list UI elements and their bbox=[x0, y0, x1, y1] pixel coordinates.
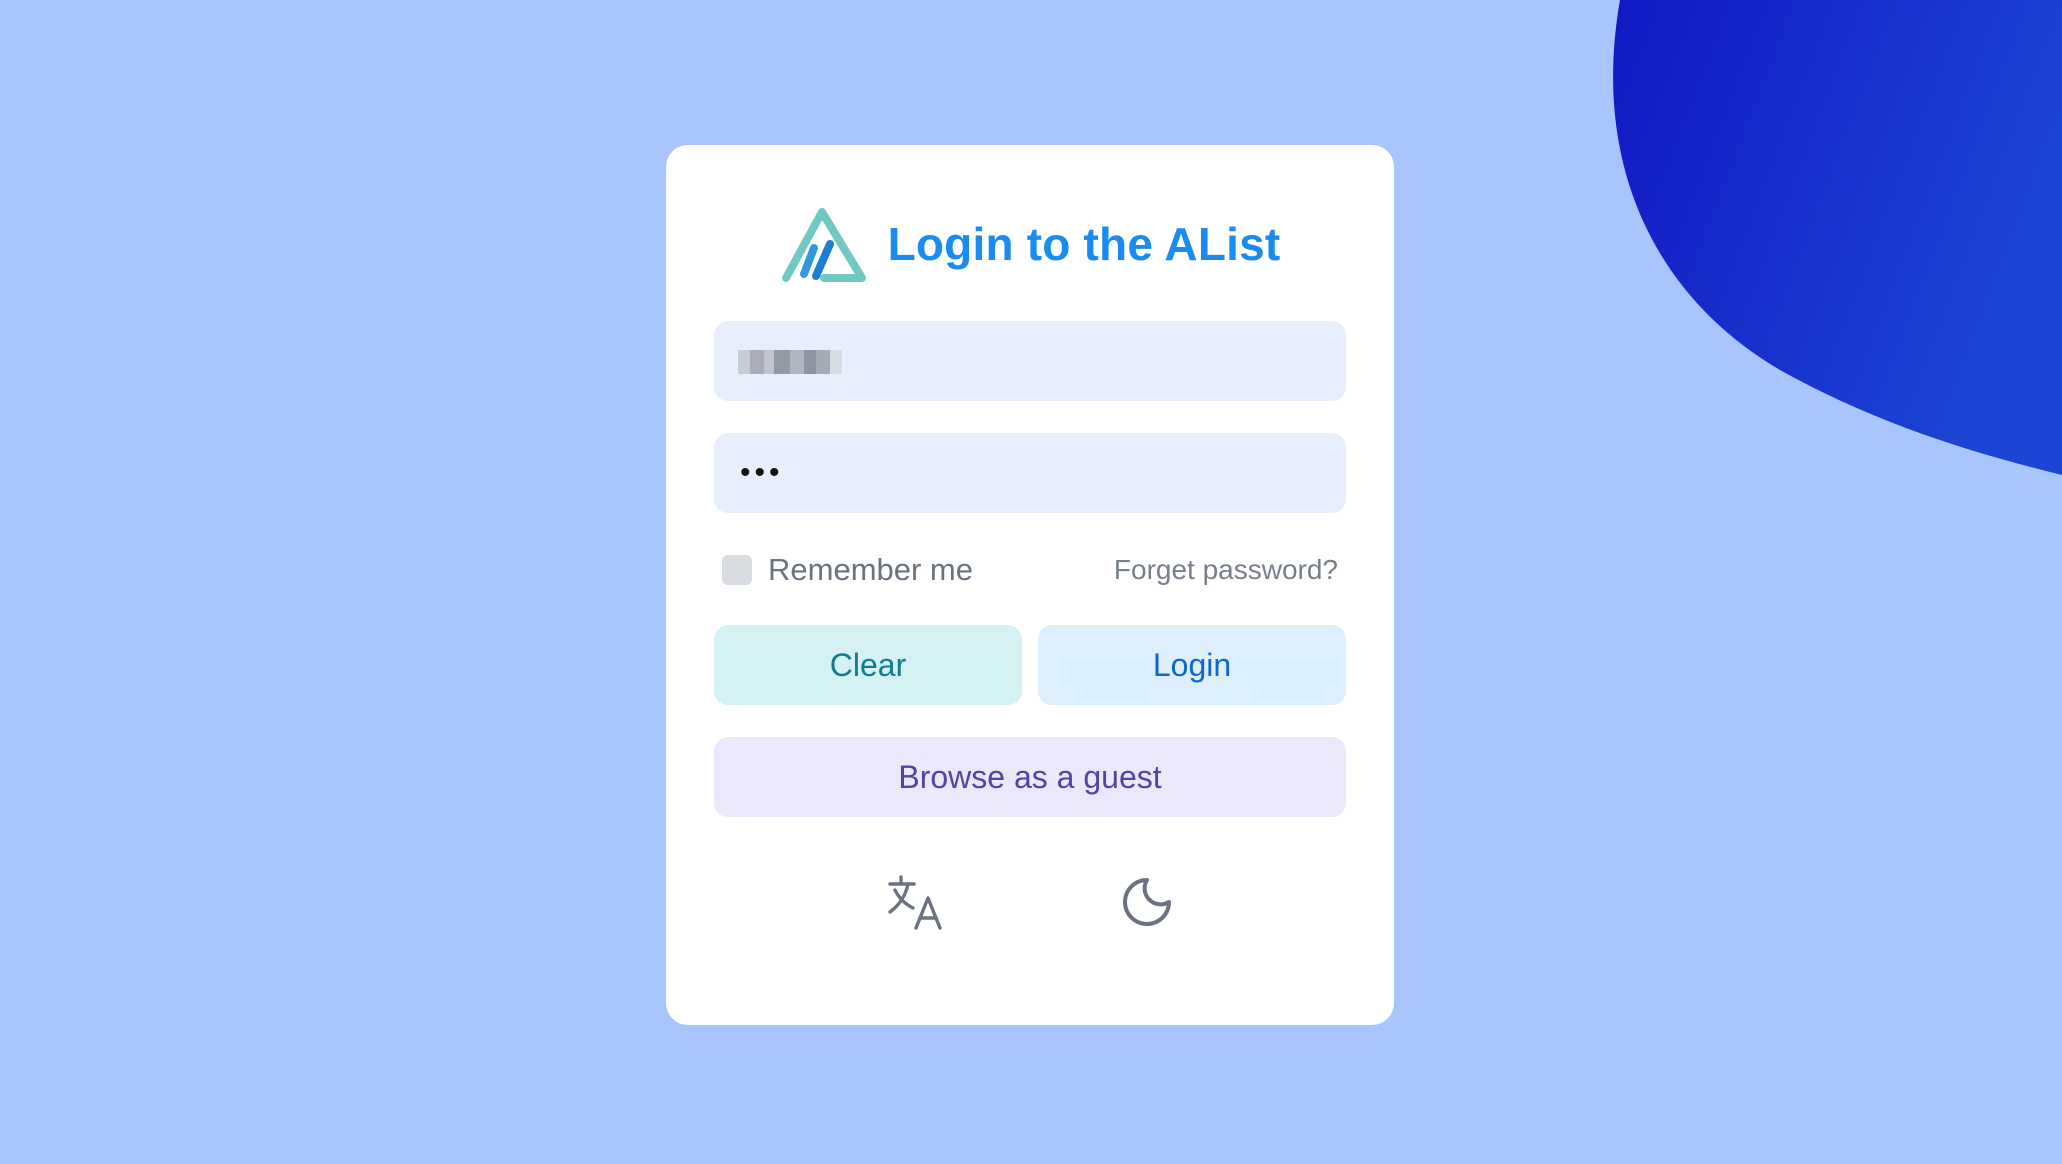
translate-icon bbox=[888, 875, 942, 930]
login-button[interactable]: Login bbox=[1038, 625, 1346, 705]
alist-logo-icon bbox=[781, 208, 866, 282]
page-title: Login to the AList bbox=[887, 218, 1281, 270]
moon-icon bbox=[1123, 878, 1171, 926]
login-card: Login to the AList ••• Remember me Forge… bbox=[666, 145, 1394, 1025]
login-header: Login to the AList bbox=[666, 201, 1394, 287]
browse-as-guest-button[interactable]: Browse as a guest bbox=[714, 737, 1346, 817]
remember-me-checkbox[interactable]: Remember me bbox=[722, 550, 973, 590]
clear-button[interactable]: Clear bbox=[714, 625, 1022, 705]
theme-toggle-button[interactable] bbox=[1112, 867, 1182, 937]
checkbox-box[interactable] bbox=[722, 555, 752, 585]
language-switch-button[interactable] bbox=[882, 867, 952, 937]
remember-me-label: Remember me bbox=[768, 552, 973, 587]
password-input[interactable] bbox=[714, 433, 1346, 513]
blurred-username-value bbox=[738, 350, 842, 374]
forget-password-link[interactable]: Forget password? bbox=[1114, 550, 1338, 590]
